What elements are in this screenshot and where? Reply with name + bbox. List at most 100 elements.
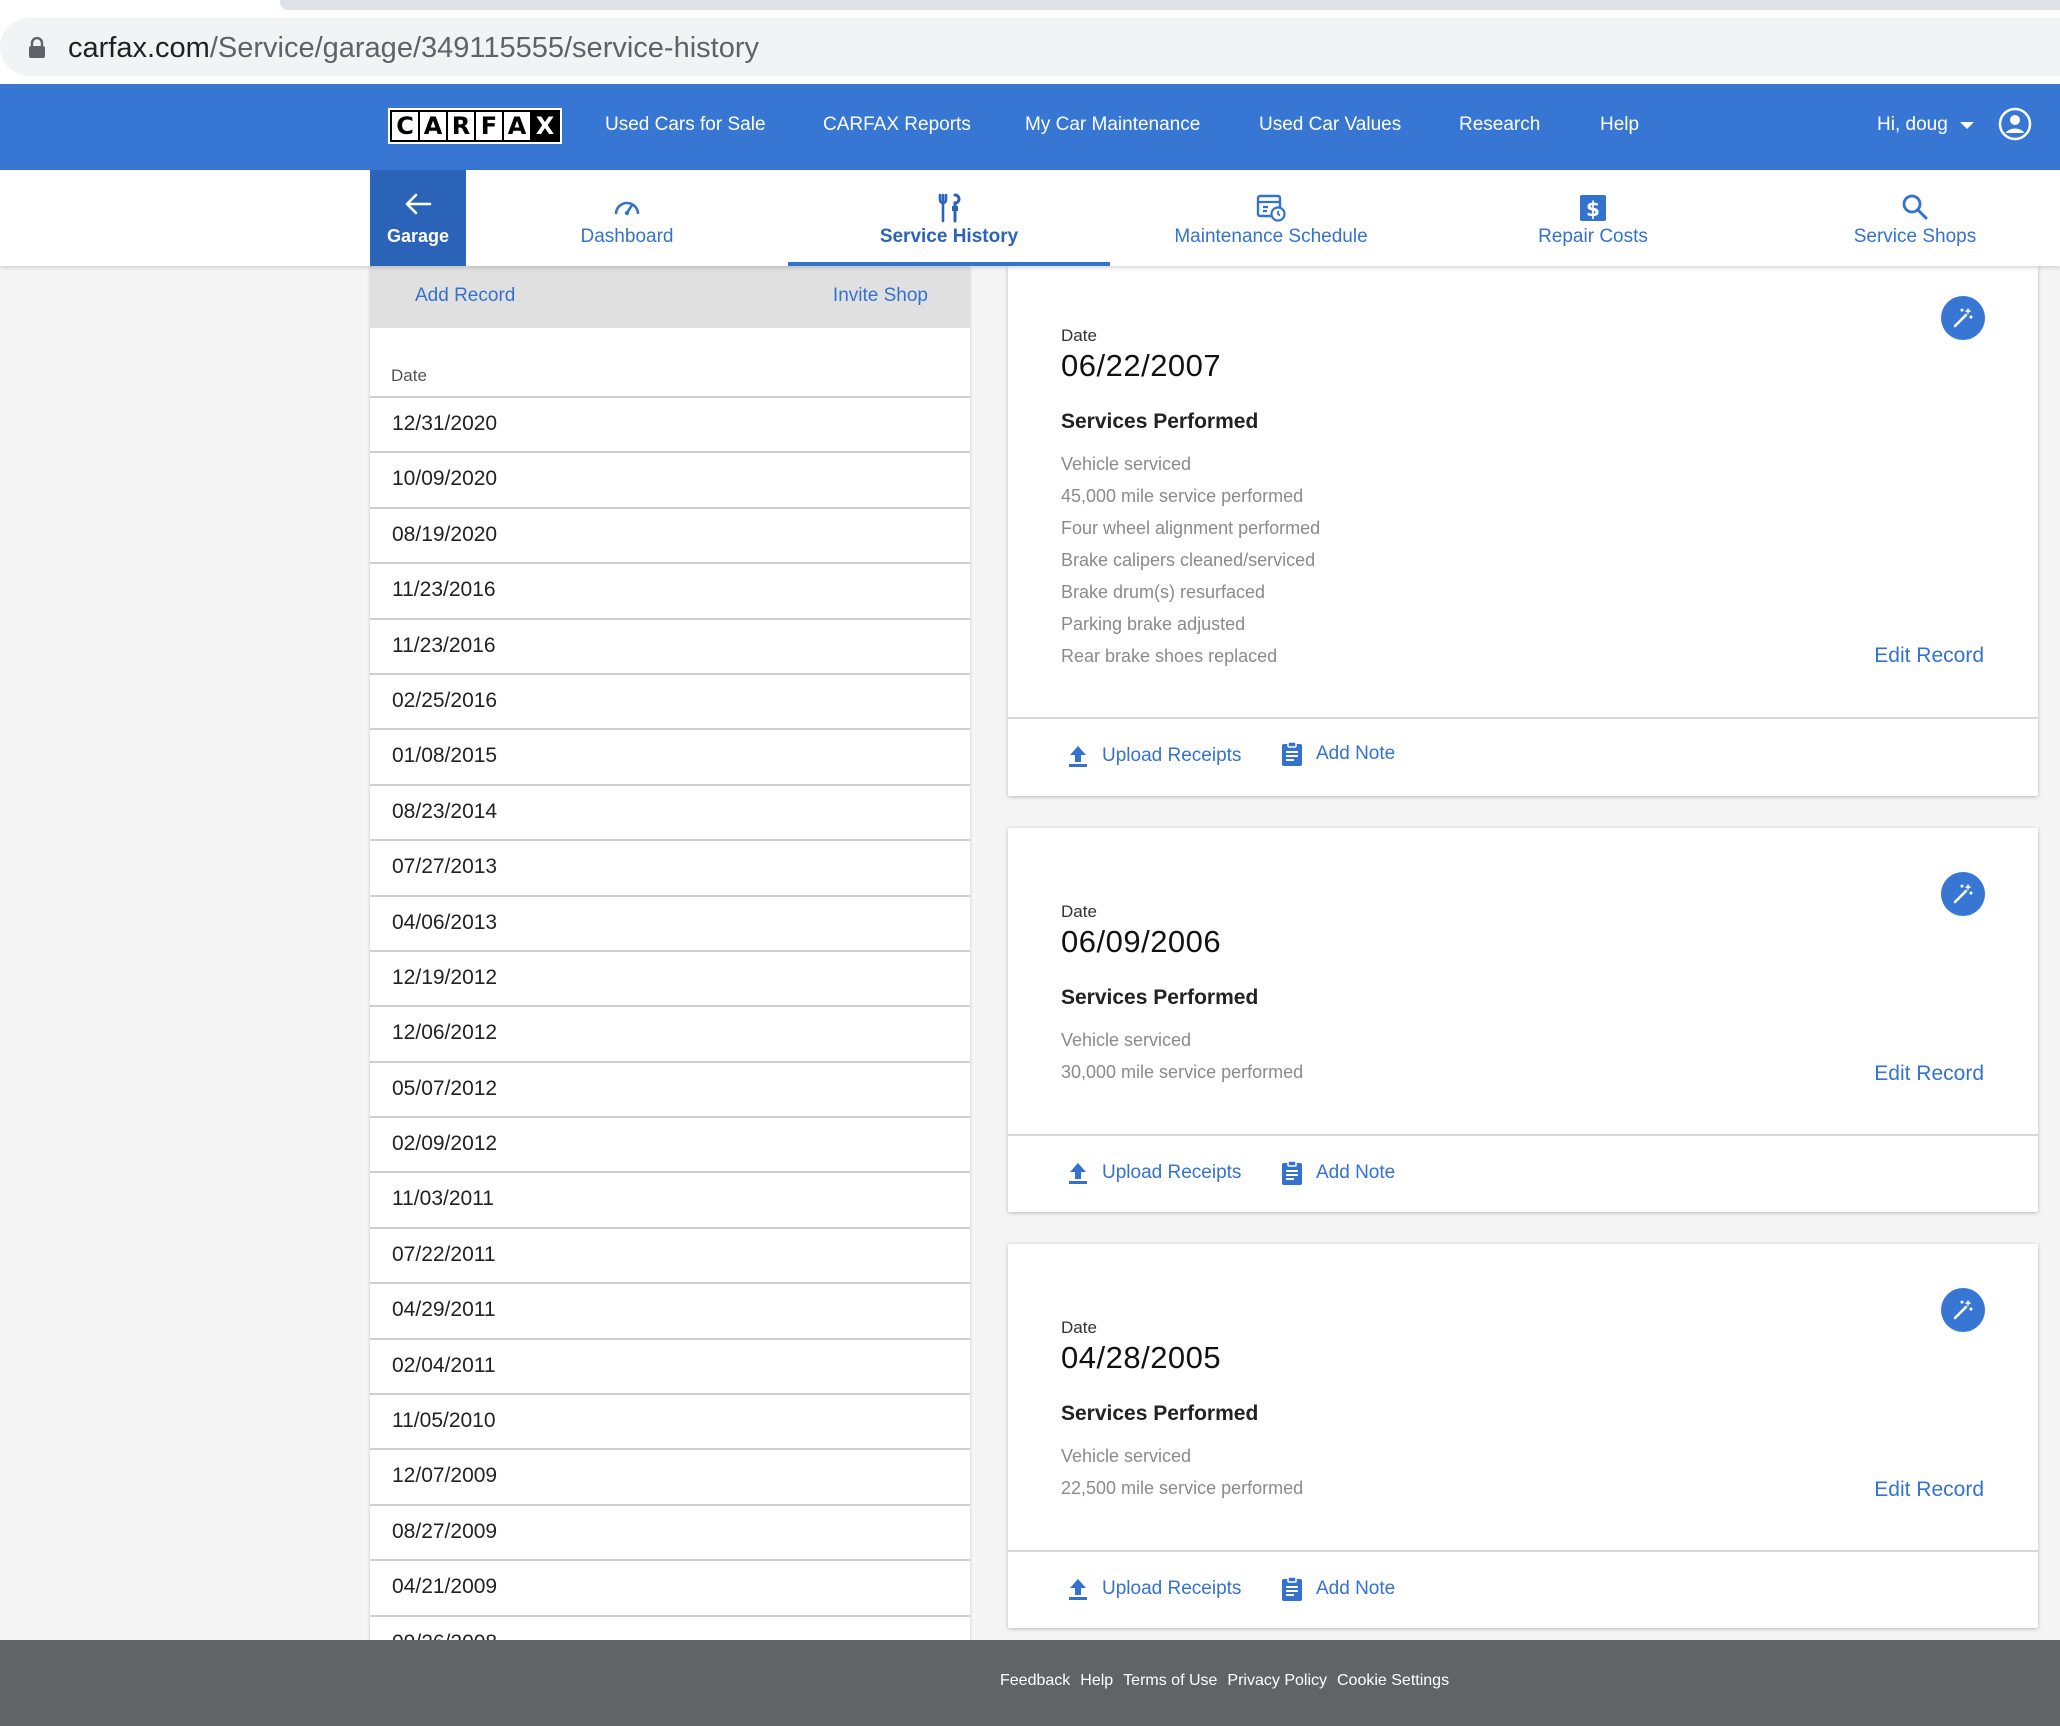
logo-letter-a2: A (504, 112, 530, 140)
date-list-item[interactable]: 04/06/2013 (370, 897, 970, 952)
footer-cookie-settings-link[interactable]: Cookie Settings (1337, 1672, 1449, 1690)
upload-receipts-button[interactable]: Upload Receipts (1064, 742, 1241, 770)
date-list-item[interactable]: 07/22/2011 (370, 1229, 970, 1285)
url-host: carfax.com (68, 32, 210, 64)
tab-service-history[interactable]: Service History (788, 170, 1110, 266)
upload-receipts-button[interactable]: Upload Receipts (1064, 1159, 1241, 1187)
service-item: 45,000 mile service performed (1061, 486, 1304, 506)
service-item: Vehicle serviced (1061, 1446, 1192, 1466)
service-record-card: Date 06/09/2006 Services Performed Vehic… (1008, 828, 2038, 1212)
add-record-link[interactable]: Add Record (415, 285, 515, 307)
nav-help[interactable]: Help (1600, 114, 1639, 136)
tab-service-history-label: Service History (879, 226, 1019, 247)
tab-service-shops[interactable]: Service Shops (1754, 170, 2060, 266)
service-item: 30,000 mile service performed (1061, 1062, 1304, 1082)
services-performed-title: Services Performed (1061, 410, 1259, 433)
card-divider (1008, 717, 2038, 719)
logo-letter-r: R (448, 112, 474, 140)
auto-fill-button[interactable] (1941, 1288, 1985, 1332)
nav-my-car-maintenance[interactable]: My Car Maintenance (1025, 114, 1200, 136)
record-actions-bar: Add Record Invite Shop (370, 266, 970, 328)
tab-maintenance-schedule[interactable]: Maintenance Schedule (1110, 170, 1432, 266)
nav-carfax-reports[interactable]: CARFAX Reports (823, 114, 971, 136)
dollar-icon: $ (1580, 195, 1606, 221)
logo-letter-a: A (420, 112, 446, 140)
add-note-button[interactable]: Add Note (1278, 1159, 1395, 1187)
carfax-logo[interactable]: C A R F A X (388, 108, 562, 144)
add-note-button[interactable]: Add Note (1278, 1575, 1395, 1603)
add-note-label: Add Note (1316, 743, 1396, 764)
magic-wand-icon (1953, 884, 1973, 904)
browser-bar: carfax.com/Service/garage/349115555/serv… (0, 0, 2060, 84)
services-performed-title: Services Performed (1061, 1402, 1259, 1425)
date-list-item[interactable]: 05/07/2012 (370, 1063, 970, 1119)
upload-icon (1069, 1163, 1087, 1184)
tab-dashboard[interactable]: Dashboard (466, 170, 788, 266)
upload-receipts-label: Upload Receipts (1102, 1162, 1242, 1183)
url-path: /Service/garage/349115555/service-histor… (209, 32, 759, 64)
tab-service-shops-label: Service Shops (1853, 226, 1977, 247)
footer-terms-link[interactable]: Terms of Use (1123, 1672, 1217, 1690)
date-list-item[interactable]: 12/19/2012 (370, 952, 970, 1008)
date-list-item[interactable]: 02/09/2012 (370, 1118, 970, 1174)
user-menu[interactable]: Hi, doug (1877, 114, 1974, 136)
account-circle-icon[interactable] (1998, 107, 2032, 141)
date-list-item[interactable]: 07/27/2013 (370, 841, 970, 897)
upload-receipts-label: Upload Receipts (1102, 1578, 1242, 1599)
calendar-clock-icon (1256, 194, 1286, 222)
date-list-item[interactable]: 08/23/2014 (370, 786, 970, 842)
date-list-item[interactable]: 08/19/2020 (370, 509, 970, 565)
date-list-item[interactable]: 02/25/2016 (370, 675, 970, 731)
nav-research[interactable]: Research (1459, 114, 1540, 136)
magic-wand-icon (1953, 1300, 1973, 1320)
auto-fill-button[interactable] (1941, 872, 1985, 916)
search-icon (1902, 194, 1928, 220)
date-list-item[interactable]: 04/29/2011 (370, 1284, 970, 1340)
edit-record-link[interactable]: Edit Record (1874, 1062, 1984, 1086)
date-list-item[interactable]: 12/06/2012 (370, 1007, 970, 1063)
caret-down-icon (1959, 121, 1974, 129)
service-item: Vehicle serviced (1061, 1030, 1192, 1050)
carfax-logo-box: C A R F A X (388, 108, 562, 144)
date-list-item[interactable]: 12/07/2009 (370, 1450, 970, 1506)
footer-feedback-link[interactable]: Feedback (1000, 1672, 1070, 1690)
date-list-item[interactable]: 12/31/2020 (370, 398, 970, 454)
date-list-item[interactable]: 01/08/2015 (370, 730, 970, 786)
service-item: 22,500 mile service performed (1061, 1478, 1304, 1498)
services-performed-title: Services Performed (1061, 986, 1259, 1009)
logo-letter-c: C (392, 112, 418, 140)
url-text[interactable]: carfax.com/Service/garage/349115555/serv… (68, 32, 759, 65)
upload-icon (1069, 746, 1087, 767)
date-list-item[interactable]: 11/23/2016 (370, 564, 970, 620)
date-list-item[interactable]: 09/26/2008 (370, 1617, 970, 1640)
service-record-card: Date 04/28/2005 Services Performed Vehic… (1008, 1244, 2038, 1628)
date-list-item[interactable]: 04/21/2009 (370, 1561, 970, 1617)
nav-used-car-values[interactable]: Used Car Values (1259, 114, 1401, 136)
date-list-item[interactable]: 02/04/2011 (370, 1340, 970, 1396)
tab-repair-costs-label: Repair Costs (1538, 226, 1648, 247)
date-list: 12/31/2020 10/09/2020 08/19/2020 11/23/2… (370, 396, 970, 1640)
auto-fill-button[interactable] (1941, 296, 1985, 340)
services-list: Vehicle serviced 45,000 mile service per… (1061, 448, 1320, 672)
edit-record-link[interactable]: Edit Record (1874, 1478, 1984, 1502)
add-note-button[interactable]: Add Note (1278, 740, 1395, 768)
footer-help-link[interactable]: Help (1080, 1672, 1113, 1690)
date-list-item[interactable]: 10/09/2020 (370, 453, 970, 509)
services-list: Vehicle serviced 30,000 mile service per… (1061, 1024, 1303, 1088)
edit-record-link[interactable]: Edit Record (1874, 644, 1984, 668)
clipboard-icon (1282, 1160, 1302, 1185)
footer-privacy-link[interactable]: Privacy Policy (1227, 1672, 1327, 1690)
address-bar[interactable]: carfax.com/Service/garage/349115555/serv… (0, 18, 2060, 76)
garage-back-button[interactable]: Garage (370, 170, 466, 266)
invite-shop-link[interactable]: Invite Shop (833, 285, 928, 307)
record-date: 06/09/2006 (1061, 924, 1222, 959)
nav-used-cars-for-sale[interactable]: Used Cars for Sale (605, 114, 766, 136)
add-note-label: Add Note (1316, 1578, 1396, 1599)
upload-receipts-button[interactable]: Upload Receipts (1064, 1575, 1241, 1603)
date-list-item[interactable]: 08/27/2009 (370, 1506, 970, 1562)
date-list-item[interactable]: 11/23/2016 (370, 620, 970, 675)
tab-repair-costs[interactable]: $ Repair Costs (1432, 170, 1754, 266)
date-list-item[interactable]: 11/05/2010 (370, 1395, 970, 1451)
record-date-label: Date (1061, 1318, 1097, 1337)
date-list-item[interactable]: 11/03/2011 (370, 1173, 970, 1229)
